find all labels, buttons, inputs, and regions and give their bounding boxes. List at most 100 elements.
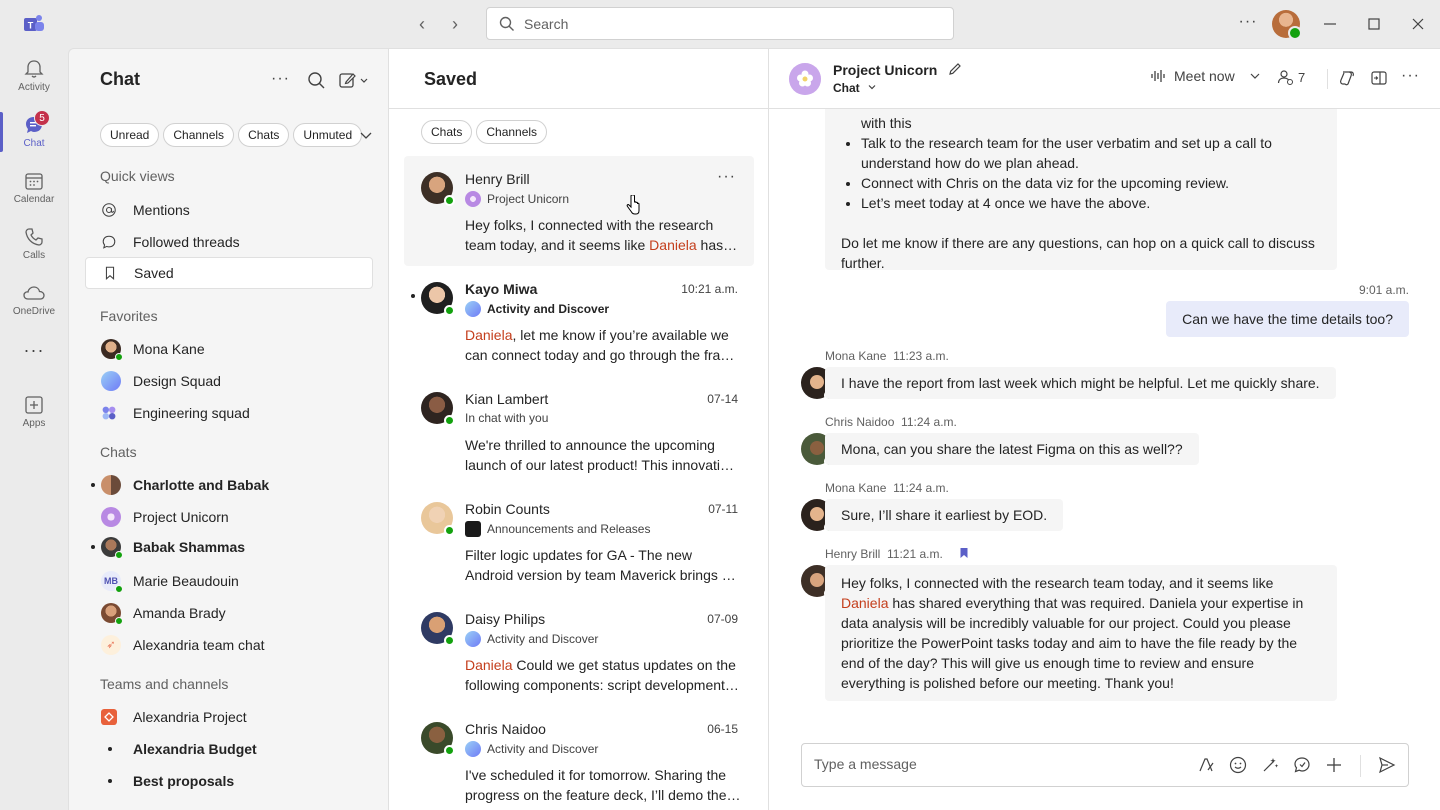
team-item[interactable]: Alexandria Project bbox=[85, 701, 373, 733]
composer-placeholder: Type a message bbox=[814, 756, 917, 772]
audio-wave-icon bbox=[1151, 70, 1165, 82]
rail-apps[interactable]: Apps bbox=[0, 388, 68, 444]
preview-text: , let me know if you’re available we bbox=[512, 327, 729, 343]
rail-activity[interactable]: Activity bbox=[0, 52, 68, 108]
message-context: Project Unicorn bbox=[465, 191, 569, 207]
message-text: I have the report from last week which m… bbox=[841, 375, 1320, 391]
divider bbox=[1360, 755, 1361, 777]
conversation-title-text: Project Unicorn bbox=[833, 62, 938, 78]
chat-filter-pills: Unread Channels Chats Unmuted bbox=[100, 123, 363, 147]
format-text-icon[interactable] bbox=[1196, 755, 1216, 775]
rail-more[interactable]: ··· bbox=[0, 338, 68, 372]
author-name: Chris Naidoo bbox=[825, 415, 895, 429]
mention[interactable]: Daniela bbox=[465, 657, 512, 673]
chat-item[interactable]: MB Marie Beaudouin bbox=[85, 565, 373, 597]
saved-message-item[interactable]: Henry Brill ··· Project Unicorn Hey folk… bbox=[404, 156, 754, 266]
project-unicorn-icon bbox=[101, 507, 121, 527]
rail-calendar[interactable]: Calendar bbox=[0, 164, 68, 220]
chat-item[interactable]: ➶ Alexandria team chat bbox=[85, 629, 373, 661]
cloud-icon bbox=[23, 286, 45, 300]
saved-panel-title: Saved bbox=[424, 69, 478, 89]
tab-chat-label: Chat bbox=[833, 81, 860, 95]
forward-arrow-icon[interactable]: › bbox=[443, 12, 467, 36]
channel-item[interactable]: Best proposals bbox=[85, 765, 373, 797]
send-icon[interactable] bbox=[1377, 755, 1397, 775]
filter-chats[interactable]: Chats bbox=[238, 123, 290, 147]
user-avatar[interactable] bbox=[1272, 10, 1302, 40]
saved-message-item[interactable]: Chris Naidoo 06-15 Activity and Discover… bbox=[404, 706, 754, 810]
message-preview: Hey folks, I connected with the research… bbox=[465, 215, 741, 255]
mention[interactable]: Daniela bbox=[649, 237, 696, 253]
quick-view-saved[interactable]: Saved bbox=[85, 257, 373, 289]
more-options-icon[interactable]: ··· bbox=[717, 168, 736, 186]
mention[interactable]: Daniela bbox=[841, 595, 888, 611]
bell-icon bbox=[24, 60, 44, 78]
minimize-icon[interactable] bbox=[1318, 12, 1342, 36]
saved-bookmark-icon bbox=[960, 548, 968, 558]
saved-message-item[interactable]: Daisy Philips 07-09 Activity and Discove… bbox=[404, 596, 754, 706]
quick-view-mentions[interactable]: Mentions bbox=[85, 194, 373, 226]
saved-message-item[interactable]: Kayo Miwa 10:21 a.m. Activity and Discov… bbox=[404, 266, 754, 376]
more-options-icon[interactable]: ··· bbox=[271, 69, 295, 93]
saved-message-item[interactable]: Kian Lambert 07-14 In chat with you We'r… bbox=[404, 376, 754, 486]
chevron-down-icon bbox=[868, 85, 876, 90]
saved-filter-pills: Chats Channels bbox=[421, 120, 548, 144]
pop-out-icon[interactable] bbox=[1369, 68, 1389, 88]
rail-calls[interactable]: Calls bbox=[0, 220, 68, 276]
channel-item[interactable]: Alexandria Budget bbox=[85, 733, 373, 765]
search-input[interactable]: Search bbox=[486, 7, 954, 40]
quick-view-followed-threads[interactable]: Followed threads bbox=[85, 226, 373, 258]
calendar-icon bbox=[25, 173, 43, 190]
meet-now-button[interactable]: Meet now bbox=[1150, 68, 1261, 84]
filter-chats[interactable]: Chats bbox=[421, 120, 473, 144]
more-options-icon[interactable]: ··· bbox=[1401, 68, 1421, 88]
participants-button[interactable]: 7 bbox=[1276, 68, 1305, 86]
more-options-icon[interactable]: ··· bbox=[1236, 12, 1260, 36]
message-text: Hey folks, I connected with the research… bbox=[841, 575, 1274, 591]
favorite-item[interactable]: Engineering squad bbox=[85, 397, 373, 429]
sender-name: Henry Brill bbox=[465, 171, 530, 187]
new-chat-icon[interactable] bbox=[337, 69, 371, 93]
filter-channels[interactable]: Channels bbox=[163, 123, 235, 147]
back-arrow-icon[interactable]: ‹ bbox=[410, 12, 434, 36]
maximize-icon[interactable] bbox=[1362, 12, 1386, 36]
edit-pencil-icon[interactable] bbox=[947, 61, 963, 77]
filter-channels[interactable]: Channels bbox=[476, 120, 548, 144]
message-bubble: Hey folks, I connected with the research… bbox=[825, 565, 1337, 701]
sender-name: Robin Counts bbox=[465, 501, 550, 517]
conversation-tab[interactable]: Chat bbox=[833, 81, 877, 95]
timestamp: 07-11 bbox=[708, 502, 738, 516]
chat-item[interactable]: Charlotte and Babak bbox=[85, 469, 373, 501]
message-meta: Mona Kane 11:24 a.m. bbox=[825, 481, 949, 495]
search-icon[interactable] bbox=[305, 69, 329, 93]
rail-label: Activity bbox=[18, 82, 50, 93]
conversation-header: Project Unicorn Chat Meet now 7 ··· bbox=[769, 49, 1440, 109]
add-icon[interactable] bbox=[1324, 755, 1344, 775]
chat-item[interactable]: Babak Shammas bbox=[85, 531, 373, 563]
emoji-icon[interactable] bbox=[1228, 755, 1248, 775]
chevron-down-icon[interactable] bbox=[359, 128, 373, 142]
chat-bubble-icon[interactable] bbox=[1292, 755, 1312, 775]
rail-chat[interactable]: 5 Chat bbox=[0, 108, 68, 164]
saved-message-item[interactable]: Robin Counts 07-11 Announcements and Rel… bbox=[404, 486, 754, 596]
favorite-item[interactable]: Mona Kane bbox=[85, 333, 373, 365]
loop-sparkle-icon[interactable] bbox=[1260, 755, 1280, 775]
mention-icon bbox=[102, 203, 116, 217]
activity-discover-icon bbox=[465, 741, 481, 757]
message-preview: Daniela, let me know if you’re available… bbox=[465, 325, 741, 365]
preview-line: launch of our latest product! This innov… bbox=[465, 457, 741, 473]
group-avatar bbox=[101, 475, 121, 495]
rail-onedrive[interactable]: OneDrive bbox=[0, 276, 68, 332]
chat-item[interactable]: Project Unicorn bbox=[85, 501, 373, 533]
mention[interactable]: Daniela bbox=[465, 327, 512, 343]
message-composer[interactable]: Type a message bbox=[801, 743, 1409, 787]
favorite-item[interactable]: Design Squad bbox=[85, 365, 373, 397]
copilot-icon[interactable] bbox=[1337, 68, 1357, 88]
message-context: Activity and Discover bbox=[465, 301, 609, 317]
message-bubble: Mona, can you share the latest Figma on … bbox=[825, 433, 1199, 465]
filter-unread[interactable]: Unread bbox=[100, 123, 160, 147]
chat-item[interactable]: Amanda Brady bbox=[85, 597, 373, 629]
filter-unmuted[interactable]: Unmuted bbox=[293, 123, 363, 147]
rail-label: OneDrive bbox=[12, 306, 56, 317]
close-icon[interactable] bbox=[1406, 12, 1430, 36]
